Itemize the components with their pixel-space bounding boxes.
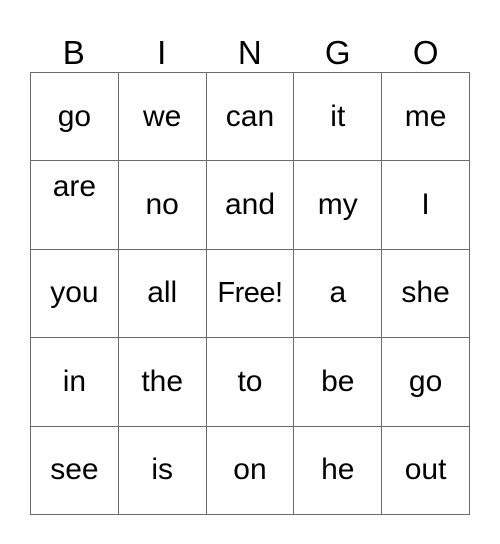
bingo-cell-label: she xyxy=(401,276,450,310)
bingo-header-letter-g: G xyxy=(324,34,352,71)
bingo-header-letter-o: O xyxy=(412,34,440,71)
bingo-grid: go we can it me are no and my Iyou all Free! a she in t… xyxy=(30,72,470,515)
bingo-cell-label: it xyxy=(330,99,346,133)
bingo-cell-label: out xyxy=(404,453,447,487)
bingo-cell-label: you xyxy=(50,276,99,310)
bingo-card: B I N G O go we can it me are no and my Iyou all Free! a… xyxy=(0,0,500,544)
bingo-cell[interactable]: he xyxy=(294,426,383,515)
bingo-header-letter-i: I xyxy=(157,34,167,71)
bingo-cell[interactable]: my xyxy=(294,161,383,250)
bingo-cell[interactable]: go xyxy=(382,338,470,427)
bingo-cell-label: he xyxy=(321,453,355,487)
bingo-cell[interactable]: be xyxy=(294,338,383,427)
bingo-cell[interactable]: see xyxy=(31,426,119,515)
bingo-cell[interactable]: all xyxy=(118,249,207,339)
bingo-cell[interactable]: in xyxy=(31,338,119,427)
bingo-cell[interactable]: out xyxy=(382,426,470,515)
bingo-cell-label: all xyxy=(147,276,178,310)
bingo-cell[interactable]: I xyxy=(382,161,470,250)
bingo-cell[interactable]: it xyxy=(294,73,383,162)
bingo-cell-label: me xyxy=(404,99,447,133)
bingo-cell[interactable]: and xyxy=(206,161,295,250)
bingo-cell-label: go xyxy=(57,99,92,133)
bingo-cell-label: Free! xyxy=(217,277,283,310)
bingo-cell-label: see xyxy=(50,453,99,487)
bingo-cell[interactable]: you xyxy=(31,249,119,339)
bingo-cell-label: to xyxy=(237,364,263,398)
bingo-cell-label: go xyxy=(408,364,443,398)
bingo-cell[interactable]: to xyxy=(206,338,295,427)
bingo-cell-label: a xyxy=(329,276,347,310)
bingo-cell[interactable]: a xyxy=(294,249,383,339)
bingo-cell[interactable]: we xyxy=(118,73,207,162)
bingo-cell[interactable]: me xyxy=(382,73,470,162)
bingo-header-letter-b: B xyxy=(62,34,86,71)
bingo-cell-label: we xyxy=(143,99,182,133)
bingo-cell[interactable]: she xyxy=(382,249,470,339)
bingo-cell-label: my xyxy=(317,188,358,222)
bingo-header-row: BINGO xyxy=(30,22,470,72)
bingo-cell-label: can xyxy=(225,99,275,133)
bingo-cell-label: no xyxy=(145,188,179,222)
bingo-cell[interactable]: are xyxy=(31,161,119,250)
bingo-cell-label: are xyxy=(52,170,97,204)
bingo-cell[interactable]: on xyxy=(206,426,295,515)
bingo-cell-label: and xyxy=(224,188,276,222)
bingo-header-letter-n: N xyxy=(237,34,263,71)
bingo-cell[interactable]: is xyxy=(118,426,207,515)
bingo-cell-label: I xyxy=(421,188,430,222)
bingo-cell-label: is xyxy=(151,453,174,487)
bingo-cell-label: in xyxy=(62,364,87,398)
bingo-cell[interactable]: go xyxy=(31,73,119,162)
bingo-cell[interactable]: can xyxy=(206,73,295,162)
bingo-cell-label: the xyxy=(141,364,184,398)
bingo-cell-label: be xyxy=(321,364,355,398)
bingo-cell[interactable]: the xyxy=(118,338,207,427)
bingo-free-space-cell[interactable]: Free! xyxy=(206,249,295,339)
bingo-cell-label: on xyxy=(233,453,267,487)
bingo-cell[interactable]: no xyxy=(118,161,207,250)
